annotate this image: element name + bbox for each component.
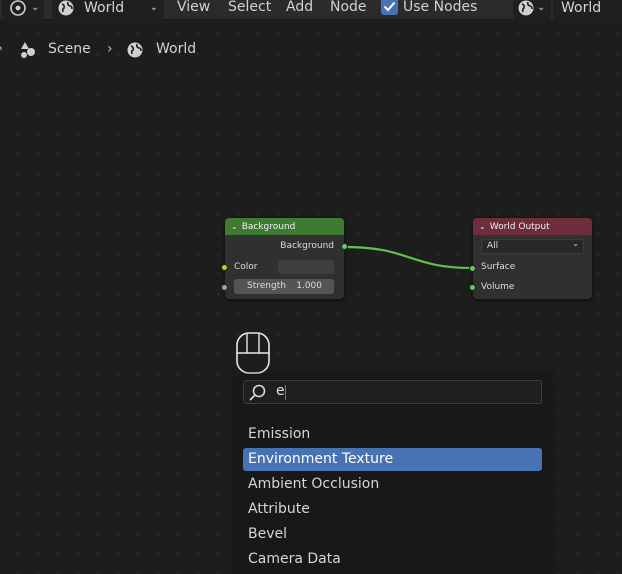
input-socket-surface[interactable]: [469, 265, 476, 272]
search-result-bevel[interactable]: Bevel: [243, 523, 542, 546]
search-icon: [249, 384, 266, 401]
output-socket-background[interactable]: [341, 243, 348, 250]
search-result-environment-texture[interactable]: Environment Texture: [243, 448, 542, 471]
output-label-background: Background: [280, 241, 334, 251]
search-result-ambient-occlusion[interactable]: Ambient Occlusion: [243, 473, 542, 496]
input-socket-volume[interactable]: [469, 284, 476, 291]
input-socket-strength[interactable]: [221, 284, 228, 291]
target-dropdown[interactable]: All ⌄: [481, 239, 584, 254]
world-output-node-header[interactable]: ⌄ World Output: [473, 218, 592, 235]
strength-field[interactable]: Strength 1.000: [234, 279, 334, 294]
search-query-text: e: [276, 383, 285, 399]
search-input[interactable]: e: [243, 380, 542, 404]
target-dropdown-label: All: [487, 241, 499, 251]
strength-value: 1.000: [296, 281, 322, 291]
text-cursor: [285, 385, 286, 400]
background-node-title: Background: [241, 221, 296, 232]
collapse-arrow-icon[interactable]: ⌄: [231, 222, 238, 231]
background-node[interactable]: ⌄ Background Background Color Strength 1…: [221, 218, 348, 299]
search-result-attribute[interactable]: Attribute: [243, 498, 542, 521]
world-output-node[interactable]: ⌄ World Output All ⌄ Surface Volume: [469, 218, 592, 299]
collapse-arrow-icon[interactable]: ⌄: [479, 222, 486, 231]
add-node-search-popup: e Emission Environment Texture Ambient O…: [236, 374, 549, 574]
input-label-color: Color: [234, 262, 258, 272]
chevron-down-icon: ⌄: [572, 239, 579, 248]
mouse-icon: [236, 332, 270, 374]
input-socket-color[interactable]: [221, 264, 228, 271]
strength-label: Strength: [247, 281, 286, 291]
color-swatch-field[interactable]: [278, 260, 334, 274]
input-label-surface: Surface: [481, 262, 516, 272]
background-node-header[interactable]: ⌄ Background: [225, 218, 344, 235]
world-output-node-title: World Output: [489, 221, 550, 232]
input-label-volume: Volume: [481, 282, 515, 292]
search-result-emission[interactable]: Emission: [243, 423, 542, 446]
